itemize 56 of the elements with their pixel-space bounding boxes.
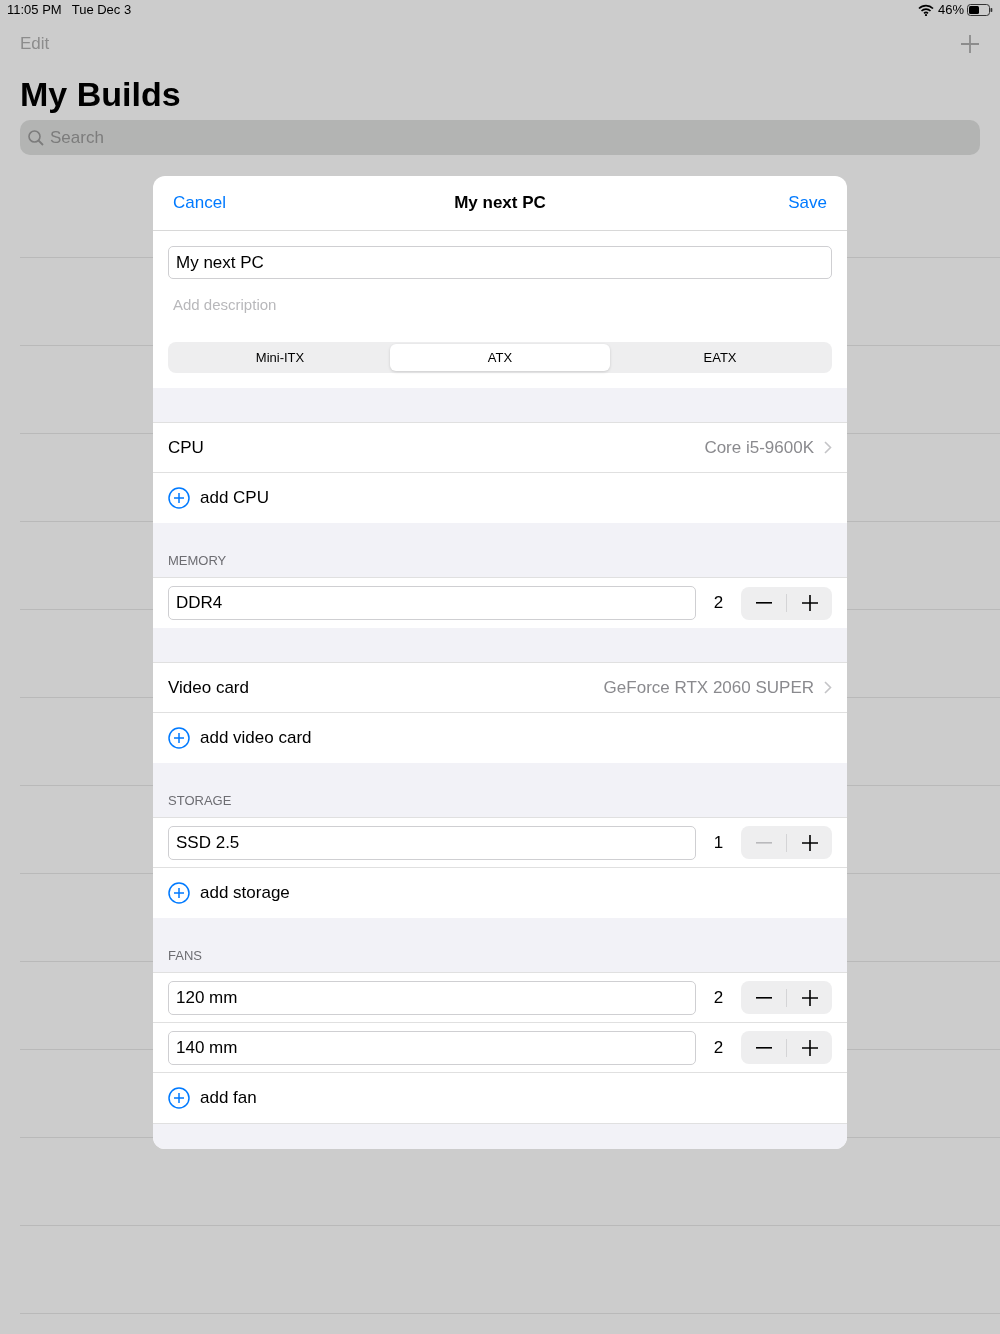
segment[interactable]: Mini-ITX	[170, 344, 390, 371]
quantity-label: 2	[712, 986, 725, 1009]
plus-icon	[801, 834, 818, 851]
row-value: Core i5-9600K	[704, 436, 814, 459]
add-icon	[168, 882, 190, 904]
minus-icon	[755, 1046, 772, 1049]
add-label: add video card	[200, 727, 312, 750]
chevron-icon	[824, 681, 832, 694]
status-time: 11:05 PM	[7, 1, 62, 20]
quantity-label: 2	[712, 1036, 725, 1059]
minus-icon	[755, 602, 772, 604]
text-field[interactable]: SSD 2.5	[168, 825, 696, 860]
plus-icon	[801, 1039, 818, 1056]
add-icon	[168, 727, 190, 749]
plus-icon	[801, 989, 818, 1006]
plus-icon	[801, 595, 818, 611]
section-header: MEMORY	[168, 551, 227, 570]
segment[interactable]: ATX	[390, 344, 610, 371]
minus-icon	[755, 996, 772, 999]
dialog-title: My next PC	[453, 192, 547, 215]
segment[interactable]: EATX	[610, 344, 830, 371]
add-row[interactable]: add fan	[153, 1073, 847, 1123]
add-label: add storage	[200, 882, 290, 905]
row-label: CPU	[168, 436, 204, 459]
section-header: FANS	[168, 946, 202, 965]
minus-icon	[755, 841, 772, 844]
add-row[interactable]: add storage	[153, 868, 847, 918]
battery-icon	[967, 4, 993, 16]
section-header: STORAGE	[168, 791, 232, 810]
wifi-icon	[917, 4, 934, 16]
text-field[interactable]: 140 mm	[168, 1030, 696, 1065]
add-icon	[168, 1087, 190, 1109]
text-field[interactable]: DDR4	[168, 586, 696, 620]
add-label: add CPU	[200, 487, 269, 510]
status-date: Tue Dec 3	[71, 1, 132, 20]
battery-percent: 46%	[937, 1, 964, 20]
save-button[interactable]: Save	[707, 190, 827, 216]
page-title: My Builds	[20, 73, 181, 115]
add-icon	[168, 487, 190, 509]
row-label: Video card	[168, 676, 249, 699]
picker-row[interactable]: Video card GeForce RTX 2060 SUPER	[153, 663, 847, 713]
stepper[interactable]	[741, 586, 832, 620]
picker-row[interactable]: CPU Core i5-9600K	[153, 423, 847, 473]
search-icon	[28, 129, 44, 146]
add-label: add fan	[200, 1087, 257, 1110]
chevron-icon	[824, 441, 832, 454]
name-field[interactable]: My next PC	[168, 246, 832, 279]
add-row[interactable]: add CPU	[153, 473, 847, 523]
stepper[interactable]	[741, 981, 832, 1014]
add-row[interactable]: add video card	[153, 713, 847, 763]
quantity-label: 1	[712, 831, 725, 854]
text-field[interactable]: 120 mm	[168, 980, 696, 1015]
cancel-button[interactable]: Cancel	[173, 190, 293, 216]
quantity-label: 2	[712, 592, 725, 615]
row-value: GeForce RTX 2060 SUPER	[603, 676, 814, 699]
stepper[interactable]	[741, 1031, 832, 1064]
